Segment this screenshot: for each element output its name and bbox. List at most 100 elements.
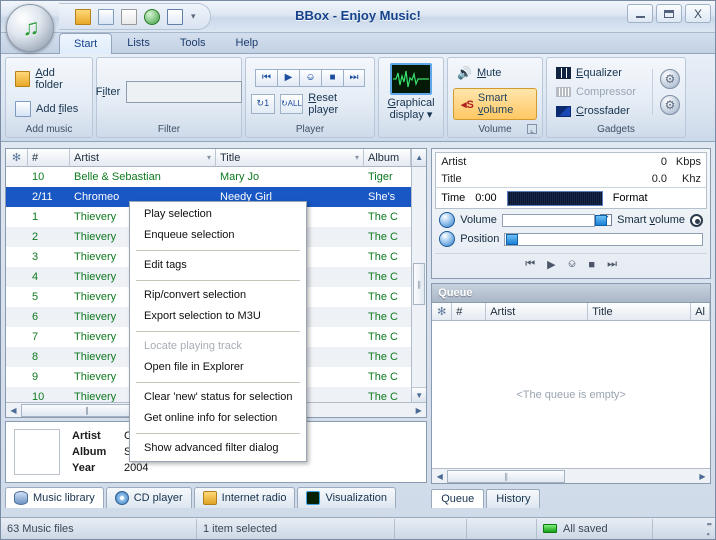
volume-row: Volume ✓ Smart volume xyxy=(435,209,707,228)
queue-column-number[interactable]: # xyxy=(452,303,487,320)
queue-scroll-right-button[interactable]: ▶ xyxy=(695,472,710,481)
volume-dialog-launcher-icon[interactable]: ⌞ xyxy=(527,124,537,134)
menu-separator xyxy=(136,331,300,332)
cell-album: The C xyxy=(368,211,398,223)
queue-tabs: Queue History xyxy=(431,488,711,508)
queue-hscroll-thumb[interactable]: ∥ xyxy=(447,469,566,483)
gadget-run-icon[interactable]: ⚙ xyxy=(660,95,680,115)
tab-music-library[interactable]: Music library xyxy=(5,487,104,508)
menu-item-play-selection[interactable]: Play selection xyxy=(130,204,306,225)
status-selection: 1 item selected xyxy=(197,518,395,539)
filter-input[interactable] xyxy=(126,81,243,103)
prev-button[interactable]: ⏮ xyxy=(255,68,277,87)
menu-item-open-file-in-explorer[interactable]: Open file in Explorer xyxy=(130,357,306,378)
year-label: Year xyxy=(72,462,96,474)
playlist-scroll-up-button[interactable]: ▲ xyxy=(411,149,427,166)
cell-number: 2 xyxy=(32,231,39,243)
volume-knob-icon[interactable] xyxy=(439,212,456,228)
close-button[interactable]: X xyxy=(685,4,711,23)
vscroll-thumb[interactable]: ∥ xyxy=(413,263,426,305)
playlist-vertical-scrollbar[interactable]: ∥ ▼ xyxy=(411,167,427,402)
position-knob-icon[interactable] xyxy=(439,231,456,247)
tab-internet-radio[interactable]: Internet radio xyxy=(193,487,296,508)
smart-volume-button[interactable]: ◂S Smart volume xyxy=(453,88,537,120)
add-files-button[interactable]: Add files xyxy=(11,99,82,119)
playlist-header: ✻ # Artist ▾ Title ▾ Album ▲ xyxy=(6,149,427,167)
minimize-button[interactable] xyxy=(627,4,653,23)
menu-item-export-selection-to-m3u[interactable]: Export selection to M3U xyxy=(130,306,306,327)
volume-slider-thumb[interactable] xyxy=(594,214,607,226)
player-play-button[interactable]: ▶ xyxy=(547,258,555,271)
playlist-scroll-left-button[interactable]: ◀ xyxy=(6,406,21,415)
tab-start[interactable]: Start xyxy=(59,33,113,54)
player-prev-button[interactable]: ⏮ xyxy=(525,258,535,271)
menu-item-clear-new-status[interactable]: Clear 'new' status for selection xyxy=(130,387,306,408)
queue-scroll-left-button[interactable]: ◀ xyxy=(432,472,447,481)
volume-slider[interactable] xyxy=(501,213,607,227)
tab-visualization[interactable]: Visualization xyxy=(297,487,397,508)
repeat-one-button[interactable]: ↻1 xyxy=(251,93,275,114)
column-header-album[interactable]: Album xyxy=(364,149,412,166)
app-orb-button[interactable]: ♫ xyxy=(6,4,54,52)
queue-column-album[interactable]: Al xyxy=(691,303,710,320)
player-pause-button[interactable]: ⎉ xyxy=(568,258,577,271)
chevron-down-icon[interactable]: ▾ xyxy=(427,109,433,121)
crossfader-button[interactable]: Crossfader xyxy=(552,103,646,119)
table-row[interactable]: 10 Belle & Sebastian Mary Jo Tiger xyxy=(6,167,411,187)
queue-empty-message: <The queue is empty> xyxy=(516,388,626,401)
equalizer-button[interactable]: Equalizer xyxy=(552,65,646,81)
tab-help[interactable]: Help xyxy=(221,32,274,53)
visualization-preview-icon[interactable] xyxy=(390,63,432,95)
add-folder-button[interactable]: Add folder xyxy=(11,65,87,93)
column-header-artist[interactable]: Artist ▾ xyxy=(70,149,216,166)
graphical-display-button[interactable]: Graphical display ▾ xyxy=(387,97,434,121)
gadget-settings-icon[interactable]: ⚙ xyxy=(660,69,680,89)
tab-lists[interactable]: Lists xyxy=(112,32,165,53)
status-saved: All saved xyxy=(537,518,653,539)
menu-item-show-advanced-filter-dialog[interactable]: Show advanced filter dialog xyxy=(130,438,306,459)
tab-tools[interactable]: Tools xyxy=(165,32,221,53)
ribbon-group-display: Graphical display ▾ xyxy=(378,57,444,138)
menu-item-edit-tags[interactable]: Edit tags xyxy=(130,255,306,276)
tab-cd-player[interactable]: CD player xyxy=(105,487,192,508)
crossfader-icon xyxy=(556,105,571,117)
menu-item-enqueue-selection[interactable]: Enqueue selection xyxy=(130,225,306,246)
level-meter-display xyxy=(506,190,603,206)
position-slider[interactable] xyxy=(504,232,703,246)
column-header-flag[interactable]: ✻ xyxy=(6,149,28,166)
tab-queue[interactable]: Queue xyxy=(431,489,485,508)
queue-column-title[interactable]: Title xyxy=(588,303,692,320)
tab-history[interactable]: History xyxy=(486,489,541,508)
column-header-number[interactable]: # xyxy=(28,149,70,166)
menu-item-get-online-info[interactable]: Get online info for selection xyxy=(130,408,306,429)
chevron-down-icon[interactable]: ▾ xyxy=(355,153,359,162)
compressor-button[interactable]: Compressor xyxy=(552,84,646,100)
next-button[interactable]: ⏭ xyxy=(343,68,365,87)
queue-hscroll-track[interactable]: ∥ xyxy=(447,469,695,483)
resize-grip-icon[interactable]: ▪▪ ▪ xyxy=(707,519,715,539)
queue-horizontal-scrollbar[interactable]: ◀ ∥ ▶ xyxy=(432,468,710,483)
chevron-down-icon[interactable]: ▾ xyxy=(207,153,211,162)
playlist-scroll-down-button[interactable]: ▼ xyxy=(412,387,427,402)
repeat-all-button[interactable]: ↻ALL xyxy=(279,93,304,114)
volume-mode-radio[interactable] xyxy=(690,213,703,227)
pause-button[interactable]: ⎉ xyxy=(299,68,321,87)
queue-column-artist[interactable]: Artist xyxy=(486,303,589,320)
player-next-button[interactable]: ⏭ xyxy=(607,258,617,271)
np-artist-label: Artist xyxy=(441,155,467,168)
stop-button[interactable]: ■ xyxy=(321,68,343,87)
mute-button[interactable]: 🔊 Mute xyxy=(453,64,505,82)
saved-indicator-icon xyxy=(543,524,557,533)
reset-player-button[interactable]: Reset player xyxy=(308,92,369,116)
player-stop-button[interactable]: ■ xyxy=(588,259,595,271)
playlist-scroll-right-button[interactable]: ▶ xyxy=(411,406,426,415)
menu-item-rip-convert-selection[interactable]: Rip/convert selection xyxy=(130,285,306,306)
maximize-button[interactable] xyxy=(656,4,682,23)
vscroll-track[interactable]: ∥ xyxy=(412,167,427,387)
play-button[interactable]: ▶ xyxy=(277,68,299,87)
cell-album: The C xyxy=(368,391,398,402)
column-header-title[interactable]: Title ▾ xyxy=(216,149,364,166)
cell-number: 10 xyxy=(32,391,45,402)
queue-column-flag[interactable]: ✻ xyxy=(432,303,453,320)
position-slider-thumb[interactable] xyxy=(506,233,519,245)
